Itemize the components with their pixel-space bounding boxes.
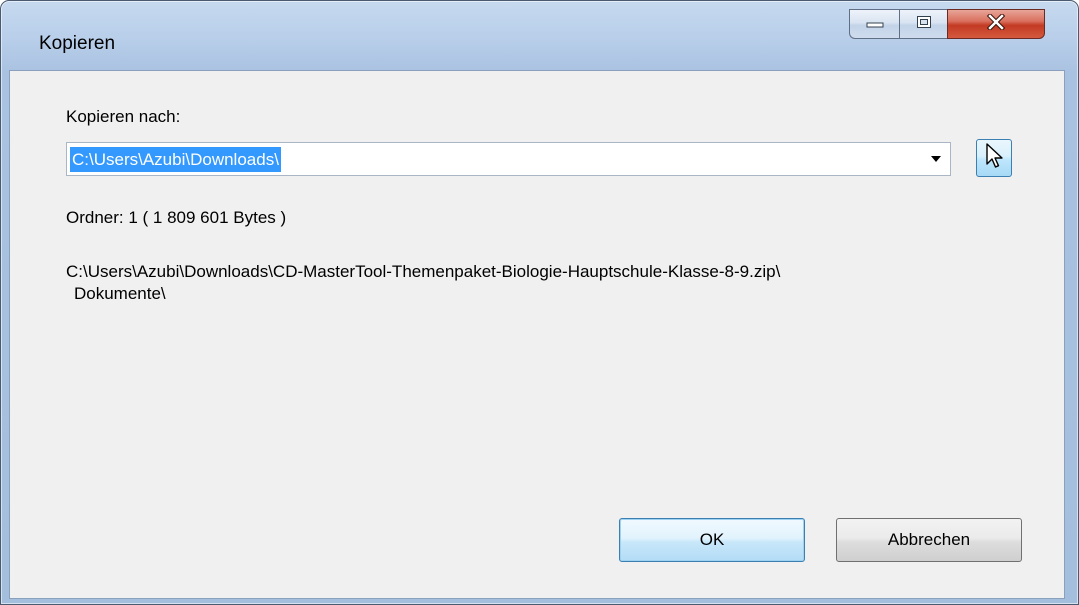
caption-buttons xyxy=(849,9,1045,39)
source-path-line-1: C:\Users\Azubi\Downloads\CD-MasterTool-T… xyxy=(66,262,781,281)
target-label: Kopieren nach: xyxy=(66,107,181,126)
dialog-body: Kopieren nach: C:\Users\Azubi\Downloads\… xyxy=(9,70,1065,599)
minimize-icon xyxy=(866,15,884,33)
source-path: C:\Users\Azubi\Downloads\CD-MasterTool-T… xyxy=(66,261,1026,305)
close-button[interactable] xyxy=(947,9,1045,39)
dropdown-button[interactable] xyxy=(922,143,950,175)
ok-button[interactable]: OK xyxy=(619,518,805,562)
chevron-down-icon xyxy=(930,150,942,168)
close-icon xyxy=(986,12,1006,35)
maximize-icon xyxy=(916,15,932,34)
maximize-button[interactable] xyxy=(899,9,947,39)
title-bar[interactable]: Kopieren xyxy=(1,1,1078,54)
target-path-combobox[interactable]: C:\Users\Azubi\Downloads\ xyxy=(66,142,951,176)
minimize-button[interactable] xyxy=(849,9,899,39)
copy-dialog-window: Kopieren Kopieren nach: C:\Users\Azubi\D… xyxy=(0,0,1079,605)
cancel-button[interactable]: Abbrechen xyxy=(836,518,1022,562)
cursor-pointer-icon xyxy=(983,142,1005,175)
target-path-value[interactable]: C:\Users\Azubi\Downloads\ xyxy=(70,147,281,172)
folder-info: Ordner: 1 ( 1 809 601 Bytes ) xyxy=(66,208,287,227)
source-path-line-2: Dokumente\ xyxy=(74,284,166,303)
window-title: Kopieren xyxy=(39,33,116,54)
browse-button[interactable] xyxy=(976,139,1012,177)
